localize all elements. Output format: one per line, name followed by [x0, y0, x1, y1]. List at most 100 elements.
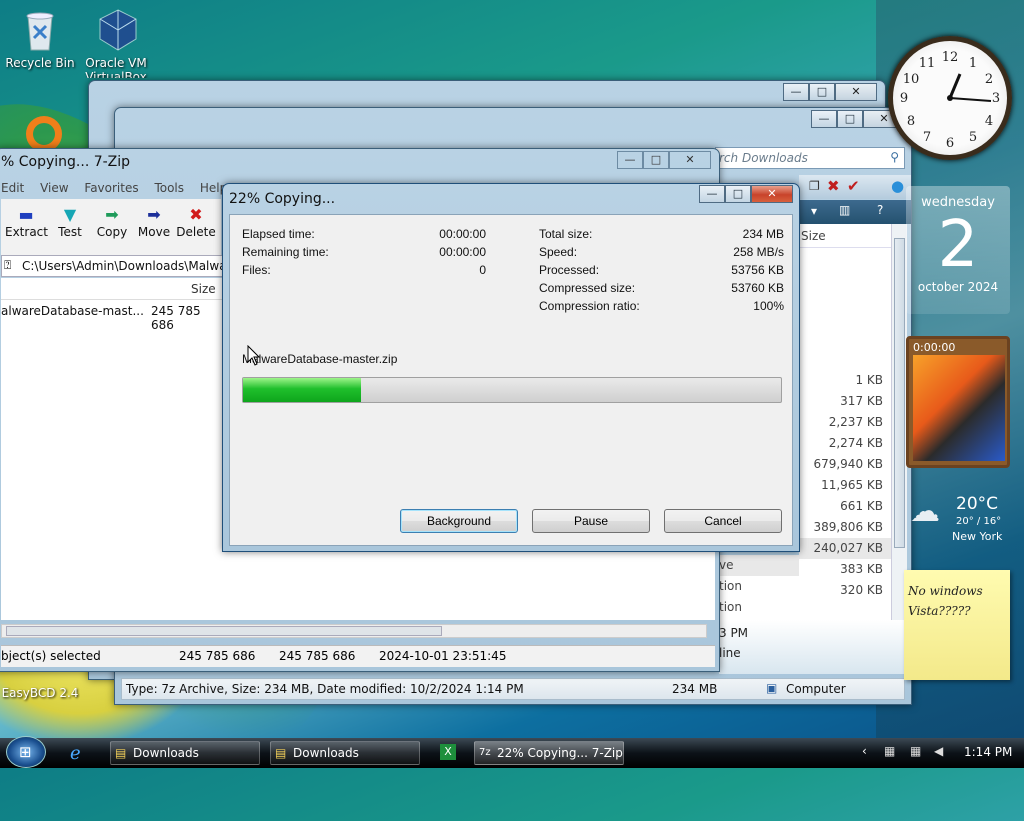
tray-expand-icon[interactable]: ‹ — [862, 744, 867, 758]
close-button[interactable]: ✕ — [669, 151, 711, 169]
progress-fill — [243, 378, 362, 402]
folder-icon: ▤ — [115, 746, 127, 760]
spreadsheet-icon[interactable]: X — [440, 744, 456, 760]
move-arrow-icon: ➡ — [147, 205, 161, 224]
maximize-button[interactable]: □ — [837, 110, 863, 128]
explorer-size-column: Size 1 KB 317 KB 2,237 KB 2,274 KB 679,9… — [799, 224, 891, 620]
scroll-thumb[interactable] — [894, 238, 905, 548]
taskbar-item-downloads-2[interactable]: ▤ Downloads — [270, 741, 420, 765]
extract-icon: ▬ — [18, 205, 34, 224]
size-cell: 240,027 KB — [799, 538, 891, 559]
minimize-button[interactable]: — — [699, 185, 725, 203]
taskbar-item-7zip[interactable]: 7z 22% Copying... 7-Zip — [474, 741, 624, 765]
pause-button[interactable]: Pause — [532, 509, 650, 533]
svg-text:5: 5 — [969, 130, 977, 145]
menu-edit[interactable]: Edit — [1, 181, 24, 195]
network-icon[interactable]: ▦ — [884, 744, 895, 758]
clock-gadget[interactable]: 12 3 6 9 12 45 7 8 10 11 — [888, 36, 1012, 160]
delete-button[interactable]: ✖ Delete — [175, 205, 217, 239]
calendar-gadget[interactable]: wednesday 2 october 2024 — [906, 186, 1010, 314]
copy-arrow-icon: ➡ — [105, 205, 119, 224]
network-2-icon[interactable]: ▦ — [910, 744, 921, 758]
desktop-icon-virtualbox[interactable]: Oracle VM VirtualBox — [76, 8, 156, 78]
folder-up-icon[interactable]: ⍰ — [4, 258, 11, 273]
speed-value: 258 MB/s — [733, 245, 784, 259]
copy-progress-dialog[interactable]: 22% Copying... — □ ✕ Elapsed time: 00:00… — [222, 183, 800, 552]
explorer-scrollbar[interactable] — [891, 224, 907, 620]
system-tray: ‹ ▦ ▦ ◀ 1:14 PM — [856, 741, 1024, 765]
scroll-thumb[interactable] — [6, 626, 442, 636]
size-cell: 661 KB — [840, 499, 883, 513]
check-icon[interactable]: ✔ — [847, 177, 860, 195]
minimize-button[interactable]: — — [811, 110, 837, 128]
windows-logo-icon: ⊞ — [19, 743, 32, 761]
horizontal-scrollbar[interactable] — [1, 624, 707, 638]
svg-text:7: 7 — [923, 130, 931, 145]
svg-text:9: 9 — [900, 91, 908, 106]
elapsed-value: 00:00:00 — [439, 227, 486, 241]
close-button[interactable]: ✕ — [751, 185, 793, 203]
column-size[interactable]: Size — [191, 282, 216, 296]
puzzle-gadget[interactable]: 0:00:00 — [906, 336, 1010, 468]
dialog-body: Elapsed time: 00:00:00 Remaining time: 0… — [229, 214, 793, 546]
menu-bar: Edit View Favorites Tools Help — [1, 181, 239, 195]
size-cell: 1 KB — [855, 373, 883, 387]
help-icon[interactable]: ? — [877, 203, 883, 217]
size-cell: 2,274 KB — [828, 436, 883, 450]
internet-explorer-icon[interactable]: ℯ — [70, 743, 81, 764]
svg-text:6: 6 — [946, 136, 954, 151]
menu-tools[interactable]: Tools — [154, 181, 184, 195]
taskbar-item-downloads-1[interactable]: ▤ Downloads — [110, 741, 260, 765]
total-size-label: Total size: — [539, 227, 593, 241]
svg-text:4: 4 — [985, 114, 993, 129]
status-size: 234 MB — [672, 682, 718, 696]
move-button[interactable]: ➡ Move — [133, 205, 175, 239]
maximize-button[interactable]: □ — [643, 151, 669, 169]
remaining-label: Remaining time: — [242, 245, 329, 259]
weather-city: New York — [952, 530, 1003, 543]
close-button[interactable]: ✕ — [835, 83, 877, 101]
statusbar: bject(s) selected 245 785 686 245 785 68… — [1, 645, 715, 667]
sevenzip-icon: 7z — [479, 747, 491, 758]
svg-text:10: 10 — [903, 72, 920, 87]
delete-icon[interactable]: ✖ — [827, 177, 840, 195]
test-button[interactable]: ▼ Test — [49, 205, 91, 239]
menu-favorites[interactable]: Favorites — [84, 181, 138, 195]
size-cell: 389,806 KB — [813, 520, 883, 534]
tray-clock[interactable]: 1:14 PM — [964, 745, 1012, 759]
background-button[interactable]: Background — [400, 509, 518, 533]
dropdown-icon[interactable]: ▾ — [811, 204, 817, 218]
sticky-note-gadget[interactable]: No windows Vista????? — [904, 570, 1010, 680]
copy-icon[interactable]: ❐ — [809, 179, 820, 193]
preview-pane-icon[interactable]: ▥ — [839, 203, 850, 217]
menu-view[interactable]: View — [40, 181, 68, 195]
puzzle-image[interactable] — [913, 355, 1005, 461]
size-cell: 679,940 KB — [813, 457, 883, 471]
start-button[interactable]: ⊞ — [6, 736, 46, 768]
size-cell: 317 KB — [840, 394, 883, 408]
weather-gadget[interactable]: ☁ 20°C 20° / 16° New York — [906, 486, 1010, 546]
cancel-button[interactable]: Cancel — [664, 509, 782, 533]
mouse-cursor-icon — [247, 345, 261, 366]
table-row[interactable]: alwareDatabase-mast... 245 785 686 — [1, 302, 221, 332]
minimize-button[interactable]: — — [617, 151, 643, 169]
globe-icon[interactable]: ● — [891, 177, 904, 195]
svg-text:1: 1 — [969, 56, 977, 71]
search-box[interactable]: rch Downloads ⚲ — [715, 147, 905, 169]
app-orange-ring-icon[interactable] — [26, 116, 62, 152]
speaker-mute-icon[interactable]: ◀ — [934, 744, 943, 758]
svg-text:2: 2 — [985, 72, 993, 87]
desktop-icon-recycle-bin[interactable]: Recycle Bin — [0, 8, 80, 70]
delete-icon: ✖ — [189, 205, 203, 224]
compressed-size-label: Compressed size: — [539, 281, 636, 295]
explorer-toolbar-right: ❐ ✖ ✔ ● — [799, 175, 911, 199]
maximize-button[interactable]: □ — [809, 83, 835, 101]
minimize-button[interactable]: — — [783, 83, 809, 101]
extract-button[interactable]: ▬ Extract — [5, 205, 48, 239]
explorer-name-fragments: ve tion tion — [719, 555, 799, 620]
copy-button[interactable]: ➡ Copy — [91, 205, 133, 239]
maximize-button[interactable]: □ — [725, 185, 751, 203]
progress-bar — [242, 377, 782, 403]
dialog-title: 22% Copying... — [229, 191, 336, 207]
size-list: 1 KB 317 KB 2,237 KB 2,274 KB 679,940 KB… — [799, 370, 891, 601]
